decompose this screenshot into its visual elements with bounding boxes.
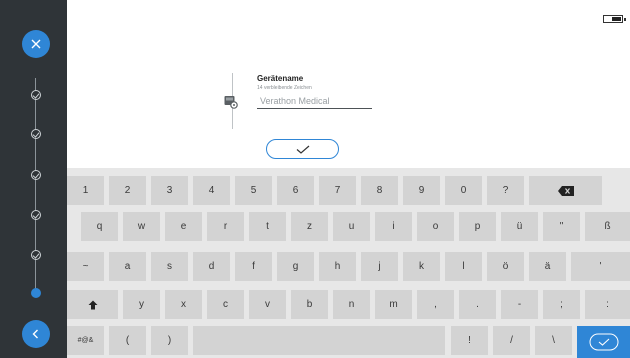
key-f[interactable]: f [235, 252, 272, 281]
key-c[interactable]: c [207, 290, 244, 319]
key-colon[interactable]: : [585, 290, 630, 319]
confirm-button[interactable] [266, 139, 339, 159]
field-label: Gerätename [257, 74, 304, 83]
progress-line [35, 78, 36, 293]
key-6[interactable]: 6 [277, 176, 314, 205]
key-exclamation[interactable]: ! [451, 326, 488, 355]
key-9[interactable]: 9 [403, 176, 440, 205]
key-comma[interactable]: , [417, 290, 454, 319]
key-h[interactable]: h [319, 252, 356, 281]
key-u[interactable]: u [333, 212, 370, 241]
key-7[interactable]: 7 [319, 176, 356, 205]
backspace-key[interactable] [529, 176, 602, 205]
key-g[interactable]: g [277, 252, 314, 281]
key-o[interactable]: o [417, 212, 454, 241]
key-l[interactable]: l [445, 252, 482, 281]
input-underline [257, 108, 372, 109]
key-d[interactable]: d [193, 252, 230, 281]
key-e[interactable]: e [165, 212, 202, 241]
checkmark-icon [589, 333, 618, 351]
key-sz[interactable]: ß [585, 212, 630, 241]
key-y[interactable]: y [123, 290, 160, 319]
checkmark-icon [296, 145, 309, 154]
step-indicator-5 [31, 250, 41, 260]
key-ae[interactable]: ä [529, 252, 566, 281]
back-button[interactable] [22, 320, 50, 348]
key-quote[interactable]: " [543, 212, 580, 241]
step-indicator-4 [31, 210, 41, 220]
key-r[interactable]: r [207, 212, 244, 241]
key-j[interactable]: j [361, 252, 398, 281]
key-n[interactable]: n [333, 290, 370, 319]
key-ue[interactable]: ü [501, 212, 538, 241]
back-icon [32, 329, 38, 339]
key-i[interactable]: i [375, 212, 412, 241]
device-settings-icon [224, 96, 238, 109]
close-icon [31, 39, 41, 49]
close-button[interactable] [22, 30, 50, 58]
key-semicolon[interactable]: ; [543, 290, 580, 319]
key-w[interactable]: w [123, 212, 160, 241]
key-paren-open[interactable]: ( [109, 326, 146, 355]
key-z[interactable]: z [291, 212, 328, 241]
battery-icon [603, 15, 626, 23]
key-2[interactable]: 2 [109, 176, 146, 205]
key-5[interactable]: 5 [235, 176, 272, 205]
device-name-input[interactable]: Verathon Medical [260, 96, 330, 106]
key-t[interactable]: t [249, 212, 286, 241]
step-indicator-3 [31, 170, 41, 180]
symbols-key[interactable]: #@& [67, 326, 104, 355]
enter-key[interactable] [577, 326, 630, 358]
key-8[interactable]: 8 [361, 176, 398, 205]
space-key[interactable] [193, 326, 445, 355]
key-slash[interactable]: / [493, 326, 530, 355]
backspace-icon [557, 185, 574, 196]
key-p[interactable]: p [459, 212, 496, 241]
key-period[interactable]: . [459, 290, 496, 319]
key-hyphen[interactable]: - [501, 290, 538, 319]
key-m[interactable]: m [375, 290, 412, 319]
field-hint: 14 verbleibende Zeichen [257, 85, 312, 91]
key-k[interactable]: k [403, 252, 440, 281]
key-s[interactable]: s [151, 252, 188, 281]
key-tilde[interactable]: ~ [67, 252, 104, 281]
on-screen-keyboard: 1 2 3 4 5 6 7 8 9 0 ? q w e r t z u i o … [67, 168, 630, 358]
key-a[interactable]: a [109, 252, 146, 281]
step-indicator-1 [31, 90, 41, 100]
key-4[interactable]: 4 [193, 176, 230, 205]
key-0[interactable]: 0 [445, 176, 482, 205]
key-v[interactable]: v [249, 290, 286, 319]
key-backslash[interactable]: \ [535, 326, 572, 355]
step-indicator-2 [31, 129, 41, 139]
key-3[interactable]: 3 [151, 176, 188, 205]
step-indicator-current [31, 288, 41, 298]
shift-key[interactable] [67, 290, 118, 319]
key-paren-close[interactable]: ) [151, 326, 188, 355]
key-b[interactable]: b [291, 290, 328, 319]
key-q[interactable]: q [81, 212, 118, 241]
key-apostrophe[interactable]: ' [571, 252, 630, 281]
key-oe[interactable]: ö [487, 252, 524, 281]
key-question[interactable]: ? [487, 176, 524, 205]
key-x[interactable]: x [165, 290, 202, 319]
shift-icon [88, 300, 97, 309]
sidebar [0, 0, 67, 358]
key-1[interactable]: 1 [67, 176, 104, 205]
